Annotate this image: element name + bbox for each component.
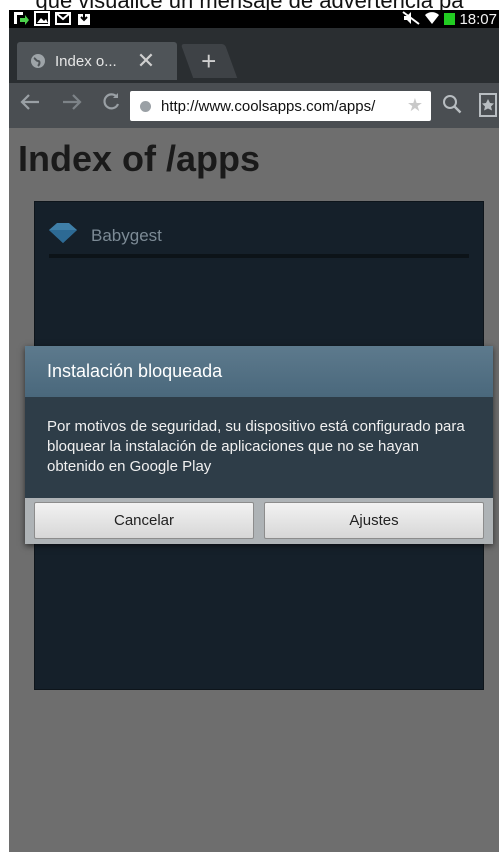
bookmark-star-icon[interactable]: ★ (407, 95, 423, 116)
new-tab-button[interactable]: + (180, 44, 238, 78)
list-divider (49, 254, 469, 258)
page-title: Index of /apps (18, 138, 261, 179)
list-item-label: Babygest (91, 225, 162, 245)
wifi-icon (424, 11, 440, 28)
caption-text: que visualice un mensaje de advertencia … (0, 0, 499, 10)
tab-title: Index o... (55, 52, 117, 70)
site-globe-icon (139, 100, 152, 113)
gmail-icon (55, 11, 71, 26)
settings-button[interactable]: Ajustes (264, 502, 484, 539)
status-bar: 18:07 (9, 10, 499, 28)
status-time: 18:07 (459, 10, 497, 28)
dialog-message: Por motivos de seguridad, su dispositivo… (25, 397, 493, 498)
notification-arrow-icon (13, 11, 29, 26)
dialog-title: Instalación bloqueada (25, 346, 493, 397)
forward-arrow-icon[interactable] (61, 91, 83, 119)
status-right-icons: 18:07 (402, 10, 497, 28)
bookmarks-icon[interactable] (479, 93, 497, 122)
browser-toolbar: http://www.coolsapps.com/apps/ ★ (9, 83, 499, 128)
plus-icon: + (201, 45, 217, 76)
browser-tab-bar: Index o... ✕ + (9, 28, 499, 83)
device-screen: 18:07 Index o... ✕ + http://www.coolsapp… (9, 10, 499, 852)
globe-icon (29, 52, 47, 70)
caption-strip: que visualice un mensaje de advertencia … (0, 0, 499, 10)
mute-icon (402, 10, 421, 28)
tab-current[interactable]: Index o... ✕ (17, 42, 177, 80)
close-tab-icon[interactable]: ✕ (137, 48, 155, 74)
cancel-button[interactable]: Cancelar (34, 502, 254, 539)
list-item[interactable]: Babygest (49, 222, 162, 249)
download-icon (76, 11, 92, 26)
back-arrow-icon[interactable] (19, 91, 41, 119)
url-text: http://www.coolsapps.com/apps/ (161, 97, 376, 115)
url-bar[interactable]: http://www.coolsapps.com/apps/ ★ (130, 91, 431, 121)
reload-icon[interactable] (101, 91, 123, 119)
status-left-icons (13, 11, 92, 26)
install-blocked-dialog: Instalación bloqueada Por motivos de seg… (25, 346, 493, 544)
search-icon[interactable] (441, 93, 463, 120)
image-icon (34, 11, 50, 26)
diamond-icon (49, 222, 77, 249)
battery-icon (444, 13, 456, 25)
